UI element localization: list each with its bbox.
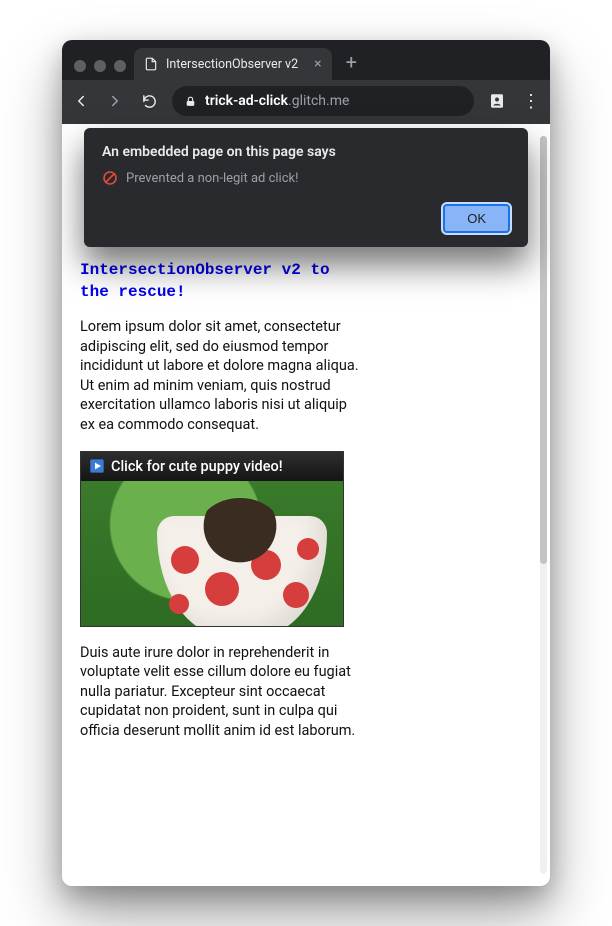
alert-button-row: OK: [102, 204, 510, 233]
window-controls: [70, 60, 134, 80]
page-content: IntersectionObserver v2 to the rescue! L…: [80, 260, 360, 740]
forward-icon: [113, 97, 118, 106]
back-icon: [79, 97, 84, 106]
reload-button[interactable]: [138, 90, 160, 112]
menu-button[interactable]: ⋮: [520, 90, 542, 112]
video-ad[interactable]: Click for cute puppy video!: [80, 451, 344, 627]
profile-icon: [488, 92, 506, 110]
toolbar: trick-ad-click.glitch.me ⋮: [62, 80, 550, 124]
page-icon: [144, 57, 158, 71]
play-icon: [89, 458, 105, 474]
traffic-light-close[interactable]: [74, 60, 86, 72]
traffic-light-min[interactable]: [94, 60, 106, 72]
alert-header: An embedded page on this page says: [102, 144, 510, 160]
back-button[interactable]: [70, 90, 92, 112]
paragraph-2: Duis aute irure dolor in reprehenderit i…: [80, 643, 360, 741]
prohibited-icon: [102, 170, 118, 186]
url-host: trick-ad-click: [205, 93, 288, 109]
video-thumbnail: [81, 481, 343, 626]
scrollbar-thumb[interactable]: [540, 136, 547, 564]
js-alert-dialog: An embedded page on this page says Preve…: [84, 128, 528, 247]
browser-window: IntersectionObserver v2 × +: [62, 40, 550, 886]
profile-button[interactable]: [486, 90, 508, 112]
video-caption: Click for cute puppy video!: [111, 458, 283, 475]
tab-strip: IntersectionObserver v2 × +: [62, 40, 550, 80]
puppy-graphic: [197, 498, 283, 568]
alert-ok-button[interactable]: OK: [443, 204, 510, 233]
page-headline: IntersectionObserver v2 to the rescue!: [80, 260, 360, 303]
chrome-top: IntersectionObserver v2 × +: [62, 40, 550, 124]
scrollbar[interactable]: [540, 136, 547, 874]
close-tab-icon[interactable]: ×: [314, 57, 321, 71]
forward-button[interactable]: [104, 90, 126, 112]
video-caption-bar: Click for cute puppy video!: [81, 452, 343, 481]
browser-tab[interactable]: IntersectionObserver v2 ×: [134, 48, 332, 80]
url-path: .glitch.me: [288, 93, 349, 109]
reload-icon: [143, 95, 154, 106]
new-tab-button[interactable]: +: [346, 50, 357, 74]
alert-message-row: Prevented a non-legit ad click!: [102, 170, 510, 186]
address-bar[interactable]: trick-ad-click.glitch.me: [172, 86, 474, 116]
alert-message: Prevented a non-legit ad click!: [126, 171, 298, 186]
lock-icon: [184, 95, 197, 108]
url-text: trick-ad-click.glitch.me: [205, 93, 349, 109]
traffic-light-max[interactable]: [114, 60, 126, 72]
tab-title: IntersectionObserver v2: [166, 57, 298, 72]
paragraph-1: Lorem ipsum dolor sit amet, consectetur …: [80, 317, 360, 434]
